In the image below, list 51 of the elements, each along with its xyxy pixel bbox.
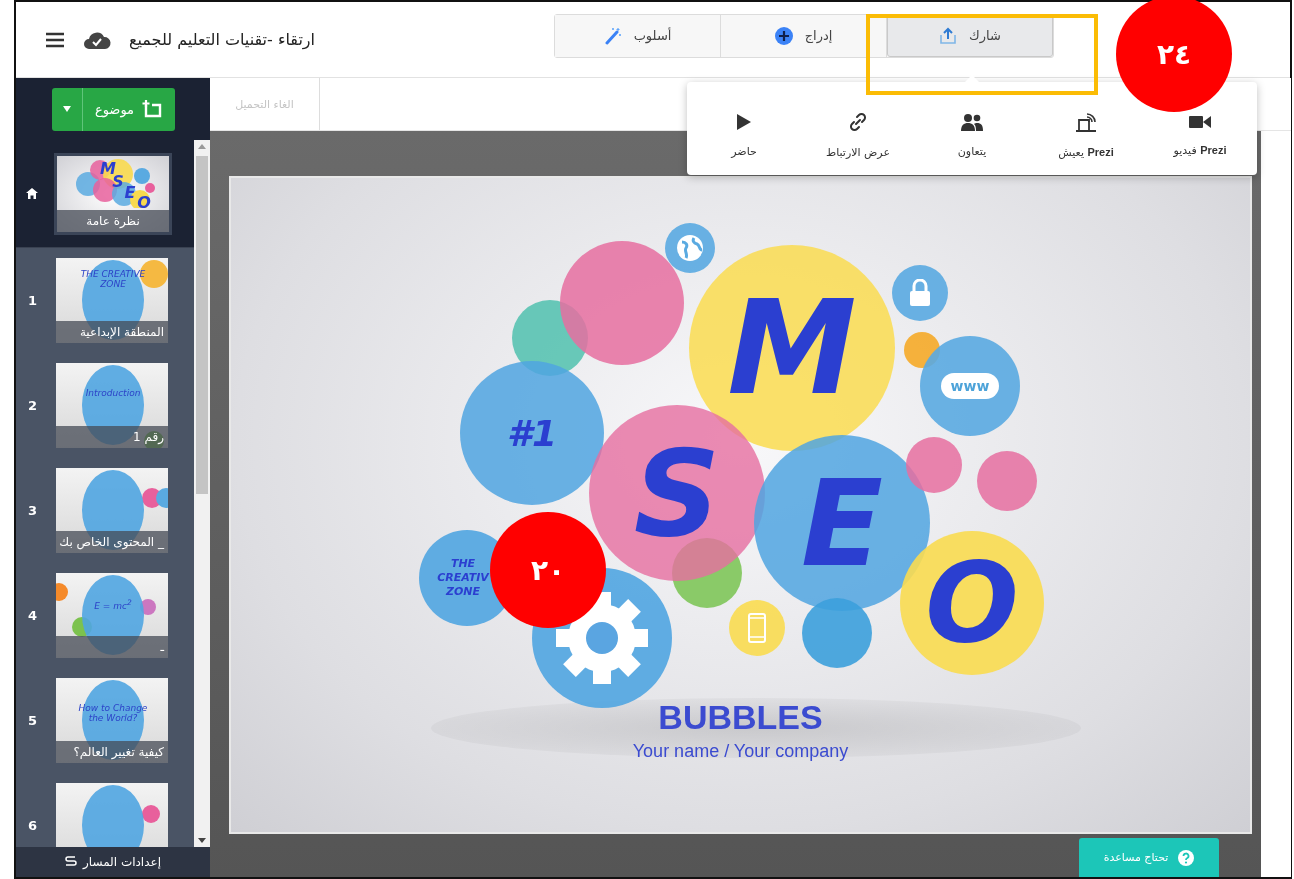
thumbnail-caption: المنطقة الإبداعية [56, 321, 168, 343]
share-option[interactable]: يتعاون [922, 112, 1022, 159]
thumbnail-caption: ـ [56, 636, 168, 658]
magic-wand-icon [603, 26, 622, 45]
thumbnail-caption: _ المحتوى الخاص بك [56, 531, 168, 553]
slide-letter: M [727, 272, 857, 424]
plus-icon [774, 26, 793, 45]
scrollbar-thumb[interactable] [196, 156, 208, 494]
add-frame-icon [142, 100, 163, 118]
bubble [977, 451, 1037, 511]
path-icon [65, 856, 77, 868]
slide-number: 3 [28, 503, 39, 518]
video-camera-icon [1189, 114, 1211, 130]
slide-subtitle: Your name / Your company [632, 741, 849, 762]
share-option[interactable]: حاضر [694, 112, 794, 159]
slide-letter: E [801, 453, 883, 593]
link-icon [848, 112, 868, 132]
thumbnail-text: E = mc$^{2}$ [93, 599, 133, 612]
slide-thumbnail[interactable]: _ المحتوى الخاص بك [56, 468, 168, 553]
thumbnail-caption: كيفية تغيير العالم؟ [56, 741, 168, 763]
share-option[interactable]: عرض الارتباط [808, 111, 908, 160]
people-icon [961, 113, 983, 131]
cloud-label: www [940, 373, 1000, 399]
thumbnail-caption: نظرة عامة [57, 209, 169, 232]
slide-number: 5 [28, 713, 39, 728]
slide-number: 6 [28, 818, 39, 833]
menu-icon[interactable] [45, 31, 65, 48]
slide-title: BUBBLES [658, 698, 823, 737]
phone-icon [748, 613, 766, 643]
bubble-text: THE CREATIV ZONE [436, 556, 491, 600]
slide-number-text: #1 [506, 412, 558, 454]
presentation-title: ارتقاء -تقنيات التعليم للجميع [129, 30, 316, 49]
lock-icon [909, 279, 931, 307]
slide-number: 4 [28, 608, 39, 623]
help-icon [1178, 849, 1195, 866]
home-icon [26, 188, 38, 199]
slide-letter: O [925, 539, 1019, 667]
slide-number: 2 [28, 398, 39, 413]
thumbnail-caption: رقم 1 [56, 426, 168, 448]
upload-icon [939, 26, 958, 45]
slide-thumbnail[interactable] [56, 783, 168, 847]
play-icon [736, 113, 752, 131]
slide-letter: S [633, 423, 721, 563]
slide-list-item[interactable]: 6 [16, 773, 194, 847]
cast-icon [1075, 112, 1097, 132]
path-settings-button[interactable]: إعدادات المسار [16, 847, 210, 877]
thumbnail-text: Introduction [84, 389, 142, 399]
caret-icon [62, 106, 71, 112]
slide-number: 1 [28, 293, 39, 308]
toolbar-tab[interactable]: أسلوب [555, 14, 721, 57]
globe-icon [676, 234, 704, 262]
